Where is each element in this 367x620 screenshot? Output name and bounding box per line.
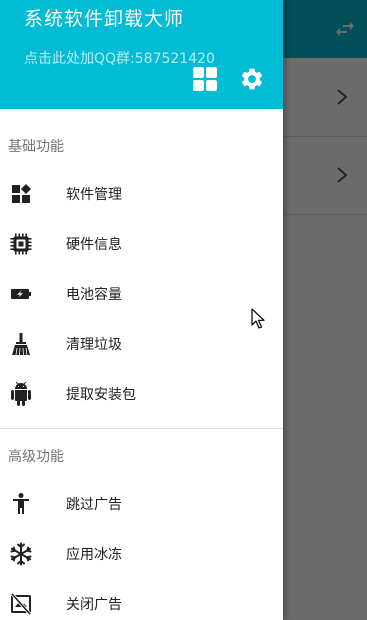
battery-charging-icon <box>11 289 31 299</box>
menu-item-label: 提取安装包 <box>66 387 136 403</box>
grid-icon[interactable] <box>192 66 218 92</box>
menu-item-label: 电池容量 <box>66 287 122 303</box>
section-header-basic: 基础功能 <box>8 139 64 155</box>
menu-item-label: 硬件信息 <box>66 237 122 253</box>
mouse-cursor-icon <box>251 308 265 329</box>
app-title: 系统软件卸载大师 <box>24 8 185 30</box>
menu-item-label: 软件管理 <box>66 187 122 203</box>
qq-group-link[interactable]: 点击此处加QQ群:587521420 <box>24 48 215 68</box>
menu-item-label: 应用冰冻 <box>66 547 122 563</box>
android-icon <box>11 382 31 406</box>
menu-item-close-ads[interactable]: 关闭广告 <box>0 579 283 620</box>
menu-item-clean-junk[interactable]: 清理垃圾 <box>0 319 283 369</box>
snowflake-icon <box>10 542 32 566</box>
menu-item-battery-capacity[interactable]: 电池容量 <box>0 269 283 319</box>
menu-item-label: 跳过广告 <box>66 497 122 513</box>
gear-icon[interactable] <box>239 66 265 92</box>
menu-item-software-management[interactable]: 软件管理 <box>0 169 283 219</box>
ad-off-icon <box>10 592 32 616</box>
menu-item-label: 关闭广告 <box>66 597 122 613</box>
person-icon <box>13 493 29 514</box>
menu-item-extract-apk[interactable]: 提取安装包 <box>0 369 283 419</box>
section-header-advanced: 高级功能 <box>8 449 64 465</box>
menu-item-label: 清理垃圾 <box>66 337 122 353</box>
menu-item-skip-ads[interactable]: 跳过广告 <box>0 479 283 529</box>
broom-icon <box>12 333 30 356</box>
drawer-header: 系统软件卸载大师 点击此处加QQ群:587521420 <box>0 0 283 109</box>
navigation-drawer: 系统软件卸载大师 点击此处加QQ群:587521420 基础功能 软件管理 硬件… <box>0 0 283 620</box>
apps-icon <box>12 184 31 203</box>
chip-icon <box>10 233 32 255</box>
section-divider <box>0 428 283 429</box>
menu-item-hardware-info[interactable]: 硬件信息 <box>0 219 283 269</box>
menu-item-app-freeze[interactable]: 应用冰冻 <box>0 529 283 579</box>
